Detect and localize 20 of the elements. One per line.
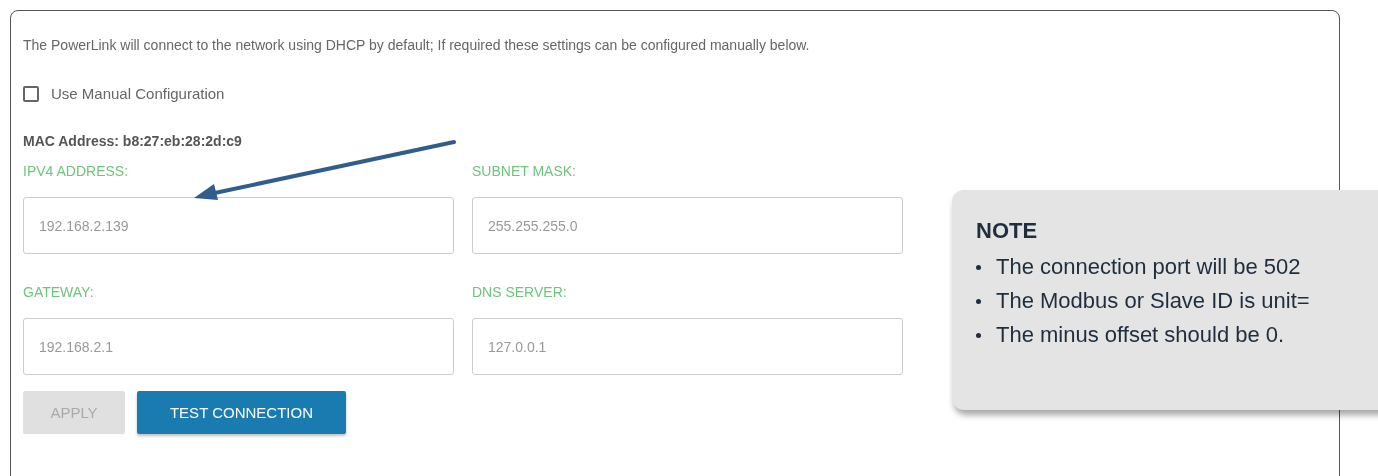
note-item: The Modbus or Slave ID is unit=: [996, 288, 1310, 314]
input-field[interactable]: 192.168.2.139: [23, 197, 454, 254]
bullet-icon: [976, 298, 981, 304]
field-label: IPV4 ADDRESS:: [23, 163, 130, 179]
mac-address: MAC Address: b8:27:eb:28:2d:c9: [23, 133, 243, 149]
checkbox[interactable]: [23, 85, 39, 102]
intro-text: The PowerLink will connect to the network using DHCP by default; If required these settings can be configured manually below.: [23, 37, 811, 53]
note-item: The connection port will be 502: [996, 254, 1301, 280]
bullet-icon: [976, 264, 981, 270]
input-field[interactable]: 192.168.2.1: [23, 318, 454, 375]
note-title: NOTE: [976, 218, 1039, 244]
input-field[interactable]: 255.255.255.0: [472, 197, 903, 254]
test-connection-button[interactable]: TEST CONNECTION: [137, 391, 346, 434]
input-field[interactable]: 127.0.0.1: [472, 318, 903, 375]
field-label: GATEWAY:: [23, 284, 95, 300]
field-label: DNS SERVER:: [472, 284, 568, 300]
note-item: The minus offset should be 0.: [996, 322, 1285, 348]
bullet-icon: [976, 332, 981, 338]
field-label: SUBNET MASK:: [472, 163, 577, 179]
checkbox-label: Use Manual Configuration: [51, 85, 225, 102]
